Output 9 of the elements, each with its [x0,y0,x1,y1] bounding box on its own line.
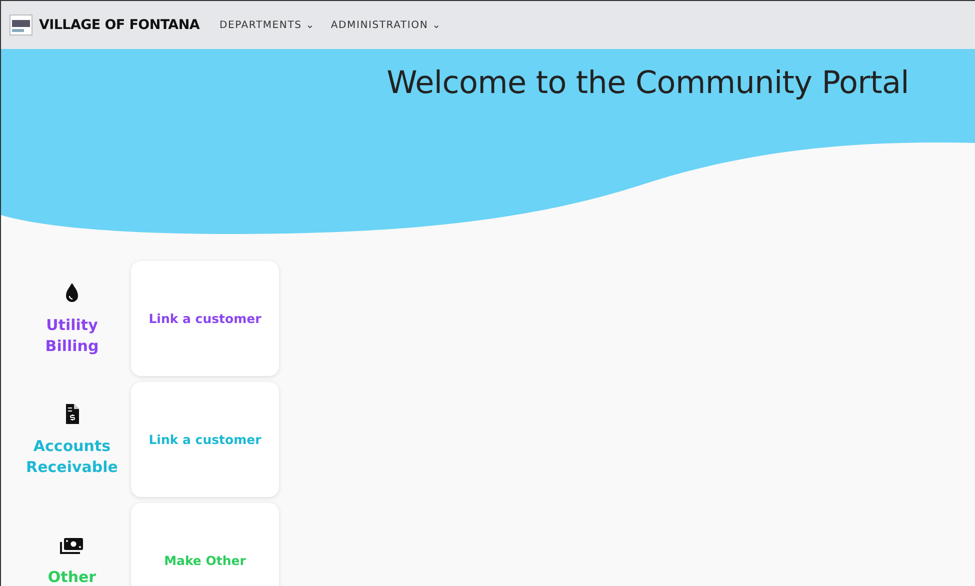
department-name: Accounts Receivable [25,436,119,478]
action-card[interactable]: Link a customer [131,261,279,376]
department-name: Utility Billing [44,314,100,356]
page-title: Welcome to the Community Portal [386,65,909,101]
nav-menu-link[interactable]: ADMINISTRATION ⌄ [330,20,442,30]
logo-icon [9,13,33,37]
site-title: VILLAGE OF FONTANA [39,17,200,33]
department-name: Other [48,567,96,586]
nav-menu-link[interactable]: DEPARTMENTS ⌄ [219,20,315,30]
